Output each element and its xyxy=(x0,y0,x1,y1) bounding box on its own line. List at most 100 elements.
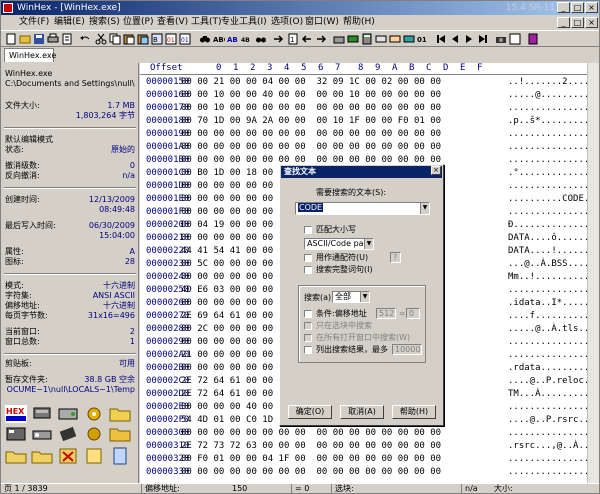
row-ascii[interactable]: ................ xyxy=(508,128,595,140)
row-ascii[interactable]: ................ xyxy=(508,180,595,192)
hex-row[interactable]: 00000150 00 00 21 00 00 04 00 00 32 09 1C… xyxy=(140,76,600,88)
menu-help[interactable]: 帮助(H) xyxy=(343,15,375,30)
camera-icon[interactable] xyxy=(495,33,507,45)
menu-options[interactable]: 选项(O) xyxy=(271,15,303,30)
paste-icon[interactable] xyxy=(123,33,135,45)
row-ascii[interactable]: Mm..!........... xyxy=(508,271,595,283)
match-case-checkbox[interactable] xyxy=(304,226,312,234)
folder-small-icon[interactable] xyxy=(5,447,27,465)
row-bytes[interactable]: 00 00 00 00 00 00 00 00 00 00 00 00 00 0… xyxy=(181,128,441,140)
maximize-button[interactable]: □ xyxy=(571,2,584,13)
delete-file-icon[interactable] xyxy=(57,447,79,465)
undo-icon[interactable] xyxy=(79,33,91,45)
fill-block-icon[interactable]: 01 xyxy=(179,33,191,45)
row-bytes[interactable]: 00 70 1D 00 9A 2A 00 00 00 10 1F 00 00 F… xyxy=(181,115,441,127)
find-hex-icon[interactable]: ABC xyxy=(213,33,225,45)
help-button[interactable]: 帮助(H) xyxy=(392,405,436,419)
row-ascii[interactable]: .idata..I*...... xyxy=(508,297,595,309)
open-folder-icon[interactable] xyxy=(19,33,31,45)
drive-icon[interactable] xyxy=(31,425,53,443)
hex-row[interactable]: 00000310 2E 72 73 72 63 00 00 00 00 00 00… xyxy=(140,440,599,452)
row-ascii[interactable]: .rsrc...,@..À... xyxy=(508,440,595,452)
save-icon[interactable] xyxy=(33,33,45,45)
calculator-icon[interactable] xyxy=(361,33,373,45)
row-ascii[interactable]: ................ xyxy=(508,401,595,413)
row-bytes[interactable]: 2E 72 73 72 63 00 00 00 00 00 00 00 00 0… xyxy=(181,440,441,452)
row-ascii[interactable]: ................ xyxy=(508,466,595,478)
all-windows-checkbox[interactable] xyxy=(304,334,312,342)
child-close-button[interactable]: × xyxy=(585,17,598,28)
row-ascii[interactable]: .rdata.......... xyxy=(508,362,595,374)
row-ascii[interactable]: ................ xyxy=(508,141,595,153)
first-page-icon[interactable] xyxy=(435,33,447,45)
only-block-checkbox[interactable] xyxy=(304,322,312,330)
search-scope-select[interactable]: 全部 ▼ xyxy=(332,291,370,303)
hex-row[interactable]: 00000170 00 00 10 00 00 00 00 00 00 00 00… xyxy=(140,102,599,114)
new-file-icon[interactable] xyxy=(5,33,17,45)
row-bytes[interactable]: 00 00 10 00 00 40 00 00 00 00 10 00 00 0… xyxy=(181,89,441,101)
condition-value-input[interactable]: 0 xyxy=(406,308,420,319)
row-ascii[interactable]: Ð............... xyxy=(508,219,595,231)
row-ascii[interactable]: TM...À.......... xyxy=(508,388,595,400)
whole-words-checkbox[interactable] xyxy=(304,266,312,274)
hex-row[interactable]: 00000330 00 00 00 00 00 00 00 00 00 00 00… xyxy=(140,466,599,478)
copy-icon[interactable] xyxy=(109,33,121,45)
capture-icon[interactable] xyxy=(5,425,27,443)
row-ascii[interactable]: ................ xyxy=(508,427,595,439)
row-ascii[interactable]: ................ xyxy=(508,206,595,218)
menu-view[interactable]: 查看(V) xyxy=(157,15,188,30)
cut-icon[interactable] xyxy=(95,33,107,45)
row-ascii[interactable]: ....@..P.reloc.. xyxy=(508,375,595,387)
menu-search[interactable]: 搜索(S) xyxy=(89,15,120,30)
print-preview-icon[interactable] xyxy=(509,33,521,45)
analyze-icon[interactable] xyxy=(403,33,415,45)
search-text-input[interactable]: CODE ▼ xyxy=(295,202,430,215)
menu-file[interactable]: 文件(F) xyxy=(19,15,49,30)
row-ascii[interactable]: ....f........... xyxy=(508,310,595,322)
row-ascii[interactable]: DATA....!....... xyxy=(508,245,595,257)
chevron-down-icon[interactable]: ▼ xyxy=(420,203,429,214)
forward-icon[interactable] xyxy=(315,33,327,45)
convert-icon[interactable] xyxy=(375,33,387,45)
row-bytes[interactable]: 00 F0 01 00 00 04 1F 00 00 00 00 00 00 0… xyxy=(181,453,441,465)
find-again-icon[interactable] xyxy=(255,33,267,45)
hex-row[interactable]: 000001A0 00 00 00 00 00 00 00 00 00 00 00… xyxy=(140,141,599,153)
help-book-icon[interactable] xyxy=(527,33,539,45)
condition-mod-input[interactable]: 512 xyxy=(376,308,396,319)
list-results-checkbox[interactable] xyxy=(304,346,312,354)
wildcard-char-input[interactable]: ? xyxy=(390,252,401,263)
menu-edit[interactable]: 编辑(E) xyxy=(54,15,85,30)
folder-open-icon[interactable] xyxy=(109,425,131,443)
hex-row[interactable]: 00000180 00 70 1D 00 9A 2A 00 00 00 10 1F… xyxy=(140,115,599,127)
encoding-select[interactable]: ASCII/Code page ▼ xyxy=(304,238,374,250)
row-ascii[interactable]: .p..š*.......... xyxy=(508,115,595,127)
replace-text-icon[interactable]: AB xyxy=(227,33,239,45)
menu-tools[interactable]: 工具(T) xyxy=(191,15,222,30)
row-ascii[interactable]: ................ xyxy=(508,453,595,465)
hex-row[interactable]: 00000320 00 F0 01 00 00 04 1F 00 00 00 00… xyxy=(140,453,599,465)
goto-page-icon[interactable]: 1 xyxy=(287,33,299,45)
row-ascii[interactable]: ..........CODE.. xyxy=(508,193,595,205)
child-maximize-button[interactable]: □ xyxy=(571,17,584,28)
hex-view-icon[interactable]: 01 xyxy=(417,33,429,45)
row-bytes[interactable]: 00 00 10 00 00 00 00 00 00 00 00 00 00 0… xyxy=(181,102,441,114)
row-ascii[interactable]: ....@..P.rsrc... xyxy=(508,414,595,426)
row-ascii[interactable]: ................ xyxy=(508,349,595,361)
ok-button[interactable]: 确定(O) xyxy=(288,405,332,419)
back-icon[interactable] xyxy=(301,33,313,45)
paste-special-icon[interactable] xyxy=(137,33,149,45)
menu-specialist[interactable]: 专业工具(I) xyxy=(221,15,267,30)
disk-editor-icon[interactable] xyxy=(31,405,53,423)
document-icon[interactable] xyxy=(109,447,131,465)
row-ascii[interactable]: .°.............. xyxy=(508,167,595,179)
settings-icon[interactable] xyxy=(83,425,105,443)
chevron-down-icon[interactable]: ▼ xyxy=(360,292,369,302)
cancel-button[interactable]: 取消(A) xyxy=(340,405,384,419)
row-ascii[interactable]: ................ xyxy=(508,336,595,348)
ram-editor-icon[interactable] xyxy=(347,33,359,45)
row-bytes[interactable]: 00 00 00 00 00 00 00 00 00 00 00 00 00 0… xyxy=(181,466,441,478)
next-page-icon[interactable] xyxy=(463,33,475,45)
dialog-close-button[interactable]: × xyxy=(431,166,441,175)
row-ascii[interactable]: ...@..À.BSS..... xyxy=(508,258,595,270)
properties-icon[interactable] xyxy=(61,33,73,45)
